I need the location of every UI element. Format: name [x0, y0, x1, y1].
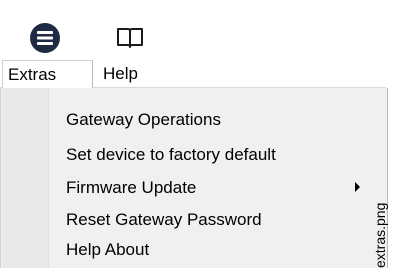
menu-item-help-about[interactable]: Help About — [66, 236, 366, 264]
menu-help[interactable]: Help — [93, 60, 153, 88]
app-window: Extras Help Gateway Operations Set devic… — [0, 0, 394, 268]
submenu-arrow-icon — [355, 182, 360, 192]
menu-item-gateway-operations[interactable]: Gateway Operations — [66, 106, 366, 134]
dropdown-icon-gutter — [2, 88, 48, 268]
menu-extras[interactable]: Extras — [2, 60, 93, 88]
menu-item-reset-gateway-password[interactable]: Reset Gateway Password — [66, 206, 366, 234]
menu-item-set-factory-default[interactable]: Set device to factory default — [66, 141, 366, 169]
hamburger-menu-icon[interactable] — [29, 22, 61, 54]
image-caption: extras.png — [372, 202, 388, 268]
menu-item-firmware-update[interactable]: Firmware Update — [66, 174, 366, 202]
dropdown-gutter-separator — [48, 88, 49, 268]
open-book-icon[interactable] — [115, 26, 145, 50]
